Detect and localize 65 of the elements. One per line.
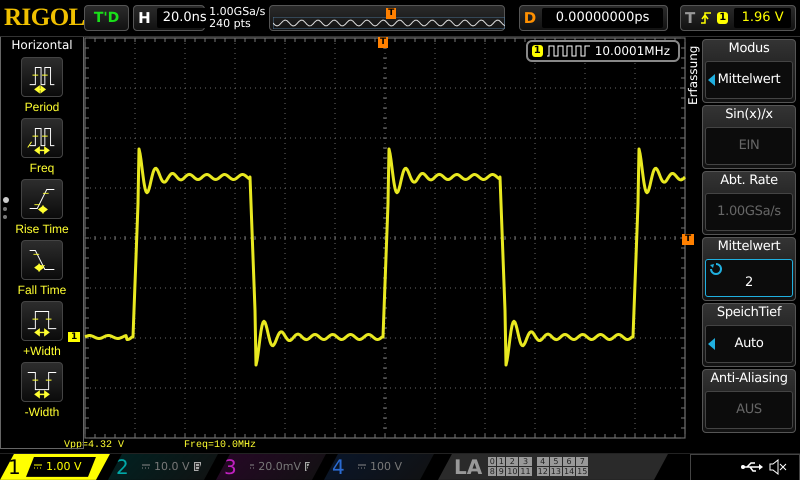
left-arrow-icon [708, 74, 715, 86]
measure-button[interactable]: Period [21, 56, 63, 114]
digital-channel: 14 [562, 467, 576, 476]
run-status[interactable]: T'D [84, 4, 130, 31]
menu-item[interactable]: SpeichTief Auto [702, 302, 796, 367]
measure-button[interactable]: +Width [21, 300, 63, 358]
trigger-position-marker: T [386, 8, 396, 19]
channel-tab[interactable]: 2 10.0 V [108, 454, 218, 480]
sampling-info: 1.00GSa/s 240 pts [209, 6, 266, 30]
delay-display[interactable]: D 0.00000000ps [518, 4, 668, 31]
channel-tab[interactable]: 3 20.0mV [216, 454, 326, 480]
pulse-icon [21, 118, 63, 158]
bandwidth-limit-icon [194, 462, 201, 472]
rising-edge-icon [701, 10, 712, 25]
trigger-position-marker: T [378, 36, 388, 48]
coupling-icon [250, 464, 254, 470]
digital-channel: 6 [562, 457, 576, 466]
square-wave-icon [546, 44, 591, 57]
coupling-icon [358, 464, 366, 470]
trigger-display[interactable]: T 1 1.96 V [680, 4, 796, 31]
measurement-readout: Vpp=4.32 V [64, 440, 124, 452]
trigger-level-marker: T [682, 234, 694, 245]
channel-marker: 1 [68, 332, 80, 342]
digital-channel: 12 [536, 467, 549, 476]
menu-title: Erfassung [686, 44, 701, 107]
measurement-readout: Freq=10.0MHz [184, 440, 256, 452]
digital-channel: 8 [488, 467, 496, 476]
measure-button[interactable]: Rise Time [15, 178, 69, 236]
digital-channel: 0 [488, 457, 496, 466]
digital-channel: 1 [497, 457, 506, 466]
rotate-icon [710, 262, 722, 275]
digital-channel: 4 [536, 457, 549, 466]
measure-button[interactable]: Fall Time [18, 240, 66, 297]
logic-analyzer-tab[interactable]: LA 0 1 2 3 4 5 6 7 8 9 10 11 12 13 14 15 [438, 454, 668, 480]
menu-item[interactable]: Modus Mittelwert [702, 38, 796, 103]
menu-item[interactable]: Anti-Aliasing AUS [702, 368, 796, 433]
muted-speaker-icon [769, 459, 787, 476]
digital-channel: 13 [550, 467, 562, 476]
digital-channel: 3 [519, 457, 532, 466]
digital-channel: 10 [506, 467, 518, 476]
pulse-icon [21, 362, 63, 402]
trigger-source: 1 [717, 12, 728, 24]
channel-tab[interactable]: 4 100 V [324, 454, 434, 480]
rising-edge-icon [21, 178, 63, 219]
measure-button[interactable]: -Width [21, 362, 63, 419]
usb-icon [741, 461, 763, 474]
falling-edge-icon [21, 240, 63, 280]
menu-item[interactable]: Sin(x)/x EIN [702, 104, 796, 169]
left-arrow-icon [708, 338, 715, 350]
frequency-counter: 1 10.0001MHz [526, 40, 680, 62]
menu-item[interactable]: Mittelwert 2 [702, 236, 796, 301]
menu-item[interactable]: Abt. Rate 1.00GSa/s [702, 170, 796, 235]
digital-channel: 11 [519, 467, 532, 476]
panel-title: Horizontal [11, 38, 73, 52]
measure-button[interactable]: Freq [21, 118, 63, 175]
channel-tab[interactable]: 1 1.00 V [0, 454, 110, 480]
pulse-icon [21, 56, 63, 97]
coupling-icon [34, 464, 42, 470]
digital-channel: 9 [497, 467, 506, 476]
pulse-icon [21, 300, 63, 341]
digital-channel: 5 [550, 457, 562, 466]
coupling-icon [142, 464, 150, 470]
digital-channel: 2 [506, 457, 518, 466]
digital-channel: 7 [576, 457, 588, 466]
digital-channel: 15 [576, 467, 588, 476]
